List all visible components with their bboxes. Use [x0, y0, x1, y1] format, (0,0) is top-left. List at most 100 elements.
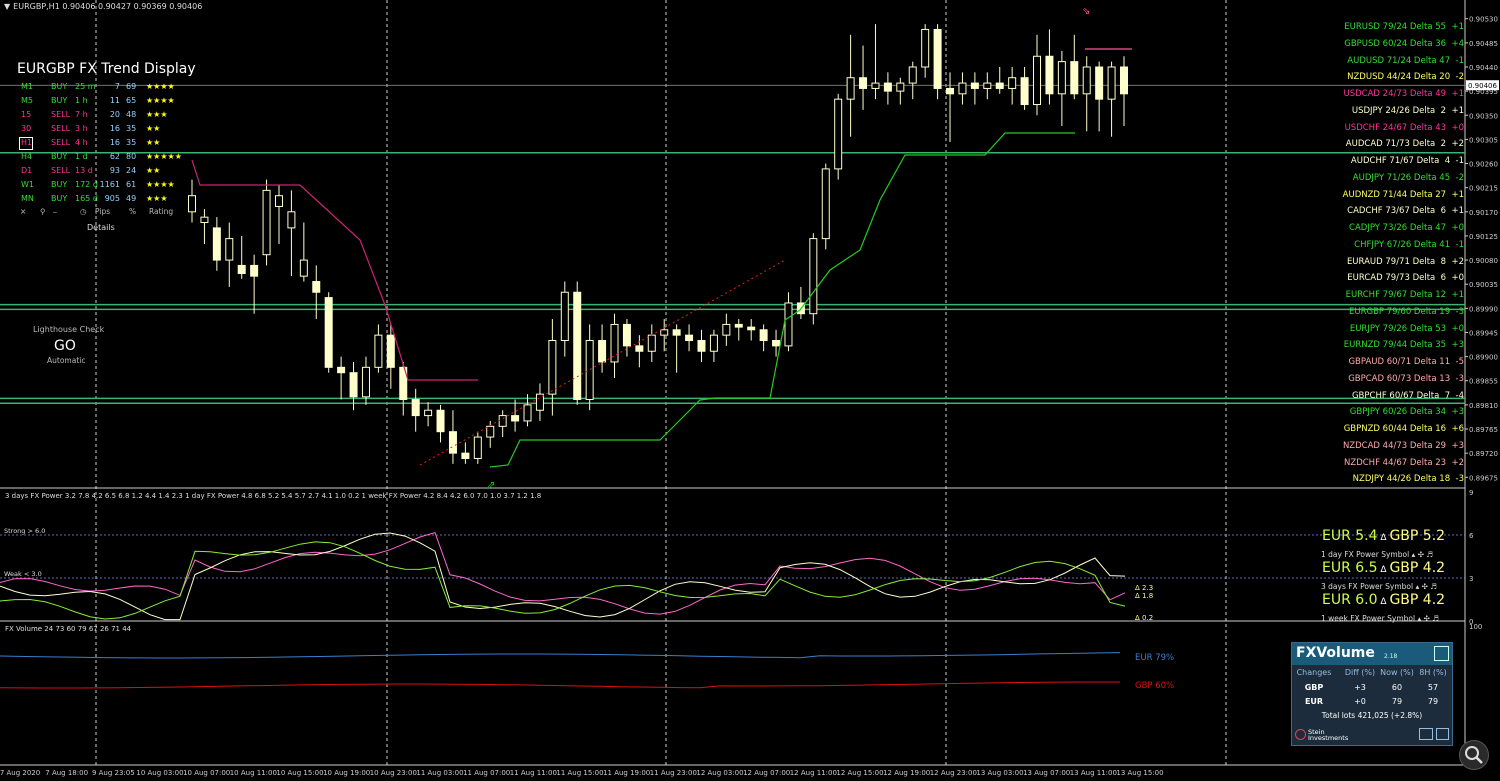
x-tick-label: 11 Aug 15:00: [556, 769, 603, 777]
candle-body: [1020, 77, 1029, 106]
grid-icon[interactable]: [1436, 728, 1449, 740]
candle-body: [498, 415, 507, 427]
pair-row-gbpnzd[interactable]: GBPNZD 60/44 Delta 16 +6: [1344, 424, 1464, 440]
power-y-tick: 3: [1469, 575, 1473, 583]
y-tick-label: 0.89855: [1469, 378, 1498, 386]
pin-icon[interactable]: ⚲: [40, 207, 46, 216]
trend-cell-pct: 24: [126, 166, 137, 175]
pair-row-chfjpy[interactable]: CHFJPY 67/26 Delta 41 -1: [1354, 240, 1464, 256]
supertrend-down-line: [191, 159, 478, 381]
pair-row-cadchf[interactable]: CADCHF 73/67 Delta 6 +1: [1347, 206, 1464, 222]
trend-cell-dur: 3 h: [75, 124, 88, 133]
pair-row-audcad[interactable]: AUDCAD 71/73 Delta 2 +2: [1346, 139, 1464, 155]
y-tick-label: 0.90350: [1469, 112, 1498, 120]
chart-canvas[interactable]: 0.905300.904850.904400.903950.903500.903…: [0, 0, 1500, 781]
pair-row-nzdcad[interactable]: NZDCAD 44/73 Delta 29 +3: [1343, 441, 1464, 457]
candle-body: [896, 82, 905, 92]
trend-row: W1 BUY 172 d 1161 61 ★★★★: [0, 180, 190, 194]
candle-body: [250, 264, 259, 277]
trend-cell-tf: M1: [21, 82, 33, 91]
fxv-header-cell: Changes: [1296, 668, 1332, 677]
power-level-label: Strong > 6.0: [4, 527, 45, 535]
trend-cell-pct: 61: [126, 180, 137, 189]
trend-cell-stars: ★★★★: [146, 180, 175, 189]
candle-body: [560, 291, 569, 342]
pair-row-euraud[interactable]: EURAUD 79/71 Delta 8 +2: [1347, 257, 1464, 273]
candle-body: [312, 281, 321, 293]
fxv-header-cell: 8H (%): [1419, 668, 1447, 677]
current-price-label: 0.90406: [1468, 82, 1497, 90]
candle-body: [1070, 61, 1079, 95]
candle-body: [946, 87, 955, 95]
pair-row-usdcad[interactable]: USDCAD 24/73 Delta 49 +1: [1344, 89, 1465, 105]
pair-row-eurchf[interactable]: EURCHF 79/67 Delta 12 +1: [1346, 290, 1464, 306]
pair-row-audjpy[interactable]: AUDJPY 71/26 Delta 45 -2: [1353, 173, 1464, 189]
power-delta-label: Δ 0.2: [1135, 614, 1153, 622]
pair-row-eurjpy[interactable]: EURJPY 79/26 Delta 53 +0: [1350, 324, 1464, 340]
details-button[interactable]: Details: [87, 223, 115, 232]
pair-row-usdjpy[interactable]: USDJPY 24/26 Delta 2 +1: [1352, 106, 1464, 122]
candle-body: [287, 211, 296, 229]
trend-chart-icon[interactable]: [1419, 728, 1433, 740]
trend-display-title: EURGBP FX Trend Display: [17, 61, 196, 77]
trend-cell-tf: D1: [21, 166, 33, 175]
candle-body: [511, 415, 520, 422]
fxv-cell-now: 79: [1391, 697, 1403, 706]
volume-line: [0, 681, 1120, 689]
candle-body: [1033, 55, 1042, 106]
pair-row-eurgbp[interactable]: EURGBP 79/60 Delta 19 -3: [1349, 307, 1464, 323]
candle-body: [548, 340, 557, 395]
trend-cell-dir: SELL: [51, 166, 71, 175]
pair-row-gbpusd[interactable]: GBPUSD 60/24 Delta 36 +4: [1344, 39, 1464, 55]
candle-body: [473, 436, 482, 460]
y-tick-label: 0.89765: [1469, 426, 1498, 434]
candle-body: [970, 82, 979, 89]
candle-body: [958, 82, 967, 95]
trend-cell-pct: 49: [126, 194, 137, 203]
candle-body: [722, 323, 731, 336]
pair-row-gbpchf[interactable]: GBPCHF 60/67 Delta 7 -4: [1352, 391, 1464, 407]
candle-body: [374, 334, 383, 368]
candle-body: [299, 259, 308, 277]
pair-row-audnzd[interactable]: AUDNZD 71/44 Delta 27 +1: [1343, 190, 1464, 206]
pair-row-audusd[interactable]: AUDUSD 71/24 Delta 47 -1: [1347, 56, 1464, 72]
pair-row-usdchf[interactable]: USDCHF 24/67 Delta 43 +0: [1345, 123, 1464, 139]
trend-cell-dur: 4 h: [75, 138, 88, 147]
candle-body: [883, 82, 892, 92]
lighthouse-mode: Automatic: [47, 356, 86, 365]
trend-cell-pips: 16: [109, 124, 120, 133]
close-icon[interactable]: ×: [20, 207, 26, 216]
current-tf-marker: [19, 137, 33, 150]
pair-row-nzdchf[interactable]: NZDCHF 44/67 Delta 23 +2: [1344, 458, 1464, 474]
pair-row-gbpcad[interactable]: GBPCAD 60/73 Delta 13 -3: [1348, 374, 1464, 390]
trend-row: M1 BUY 25 m 7 69 ★★★★: [0, 82, 190, 96]
pair-row-audchf[interactable]: AUDCHF 71/67 Delta 4 -1: [1351, 156, 1464, 172]
pair-row-nzdjpy[interactable]: NZDJPY 44/26 Delta 18 -3: [1353, 474, 1464, 490]
candle-body: [933, 28, 942, 89]
magnifier-icon[interactable]: [1459, 740, 1489, 770]
y-tick-label: 0.90170: [1469, 209, 1498, 217]
fxv-cell-sym: EUR: [1304, 697, 1324, 706]
x-tick-label: 13 Aug 03:00: [976, 769, 1023, 777]
candle-body: [349, 372, 358, 398]
pair-row-gbpjpy[interactable]: GBPJPY 60/26 Delta 34 +3: [1350, 407, 1464, 423]
pair-row-nzdusd[interactable]: NZDUSD 44/24 Delta 20 -2: [1347, 72, 1464, 88]
trend-cell-dur: 1 h: [75, 96, 88, 105]
dash-icon[interactable]: ⎯: [53, 207, 57, 217]
trend-cell-dir: BUY: [51, 152, 68, 161]
candle-body: [237, 264, 246, 274]
trend-cell-pips: 93: [109, 166, 120, 175]
pair-row-gbpaud[interactable]: GBPAUD 60/71 Delta 11 -5: [1348, 357, 1464, 373]
x-tick-label: 11 Aug 19:00: [603, 769, 650, 777]
pair-row-eurusd[interactable]: EURUSD 79/24 Delta 55 +1: [1344, 22, 1464, 38]
pair-row-eurnzd[interactable]: EURNZD 79/44 Delta 35 +3: [1344, 340, 1464, 356]
candle-body: [200, 216, 209, 224]
volume-series-label: GBP 60%: [1135, 681, 1174, 691]
bar-chart-icon[interactable]: [1434, 646, 1449, 661]
clock-icon[interactable]: ◷: [80, 207, 87, 216]
pair-row-cadjpy[interactable]: CADJPY 73/26 Delta 47 +0: [1349, 223, 1464, 239]
trend-cell-tf: H4: [21, 152, 33, 161]
y-tick-label: 0.90305: [1469, 136, 1498, 144]
pair-row-eurcad[interactable]: EURCAD 79/73 Delta 6 +0: [1347, 273, 1464, 289]
fxv-cell-sym: GBP: [1304, 683, 1324, 692]
